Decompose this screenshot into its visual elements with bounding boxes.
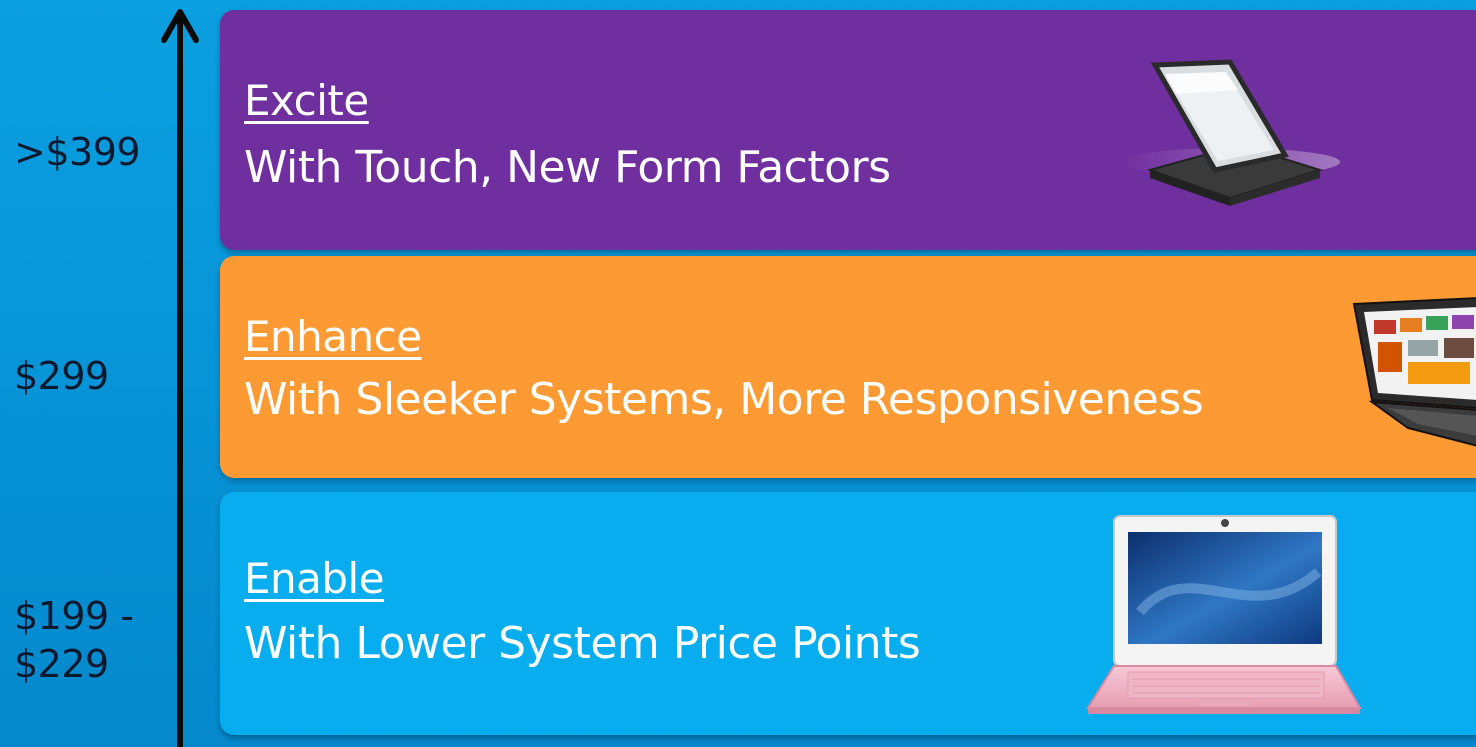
tier-description: With Touch, New Form Factors <box>244 142 891 193</box>
tier-title: Excite <box>244 76 369 125</box>
price-label-low-line-2: $229 <box>14 642 109 686</box>
tier-title: Enhance <box>244 312 422 361</box>
tier-excite: Excite With Touch, New Form Factors <box>220 10 1476 250</box>
price-label-mid: $299 <box>14 354 109 398</box>
price-label-high: >$399 <box>14 130 141 174</box>
price-label-low-line-1: $199 - <box>14 594 134 638</box>
convertible-tablet-icon <box>1120 59 1340 206</box>
tier-enhance: Enhance With Sleeker Systems, More Respo… <box>220 256 1476 478</box>
tier-description: With Lower System Price Points <box>244 618 921 669</box>
price-axis-arrow-icon <box>161 9 199 747</box>
price-label-low: $199 - $229 <box>14 592 134 688</box>
tier-description: With Sleeker Systems, More Responsivenes… <box>244 374 1204 425</box>
tier-title: Enable <box>244 554 385 603</box>
slim-laptop-icon <box>1352 297 1476 447</box>
price-tier-diagram: >$399 $299 $199 - $229 Excite With Touch… <box>0 0 1476 747</box>
netbook-icon <box>1086 515 1362 714</box>
tier-enable: Enable With Lower System Price Points <box>220 492 1476 735</box>
